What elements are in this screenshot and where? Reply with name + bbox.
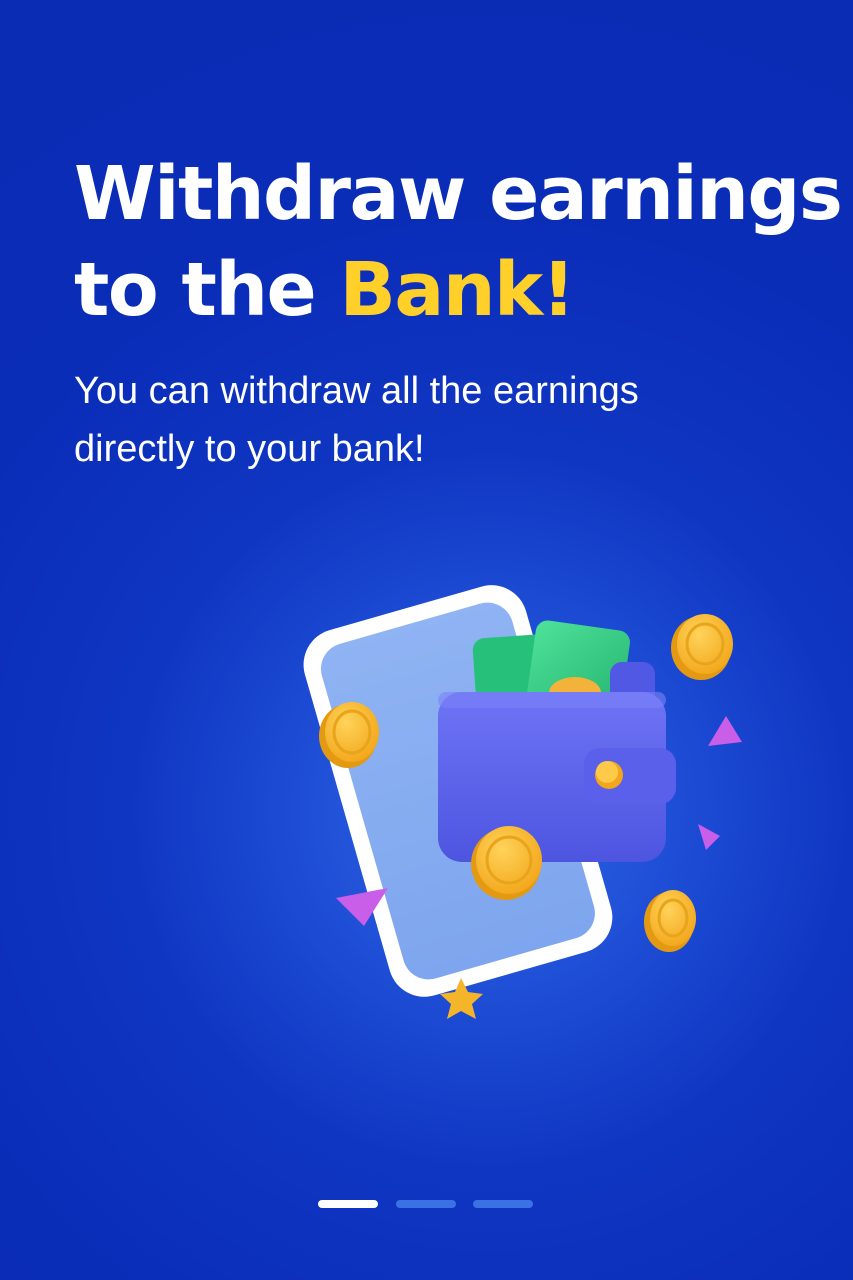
page-indicator-dot-3[interactable] xyxy=(473,1200,533,1208)
onboarding-screen: Withdraw earnings to the Bank! You can w… xyxy=(0,0,853,1280)
subtitle-line-1: You can withdraw all the earnings xyxy=(74,370,639,412)
triangle-confetti-icon xyxy=(708,716,742,746)
subtitle-line-2: directly to your bank! xyxy=(74,428,425,470)
coin-icon xyxy=(644,890,696,952)
headline-accent-bank: Bank! xyxy=(339,247,575,333)
headline-line-1: Withdraw earnings xyxy=(74,151,843,237)
headline-line-2: to the Bank! xyxy=(74,242,834,338)
subtitle: You can withdraw all the earnings direct… xyxy=(74,362,794,478)
headline: Withdraw earnings to the Bank! xyxy=(74,146,843,338)
phone-wallet-coins-illustration xyxy=(303,585,742,1019)
page-indicator-dot-1[interactable] xyxy=(318,1200,378,1208)
coin-icon xyxy=(671,614,733,680)
page-indicator xyxy=(318,1200,534,1210)
wallet-icon xyxy=(438,692,676,862)
headline-prefix: to the xyxy=(74,247,340,333)
page-indicator-dot-2[interactable] xyxy=(396,1200,456,1208)
triangle-confetti-icon xyxy=(698,824,720,850)
